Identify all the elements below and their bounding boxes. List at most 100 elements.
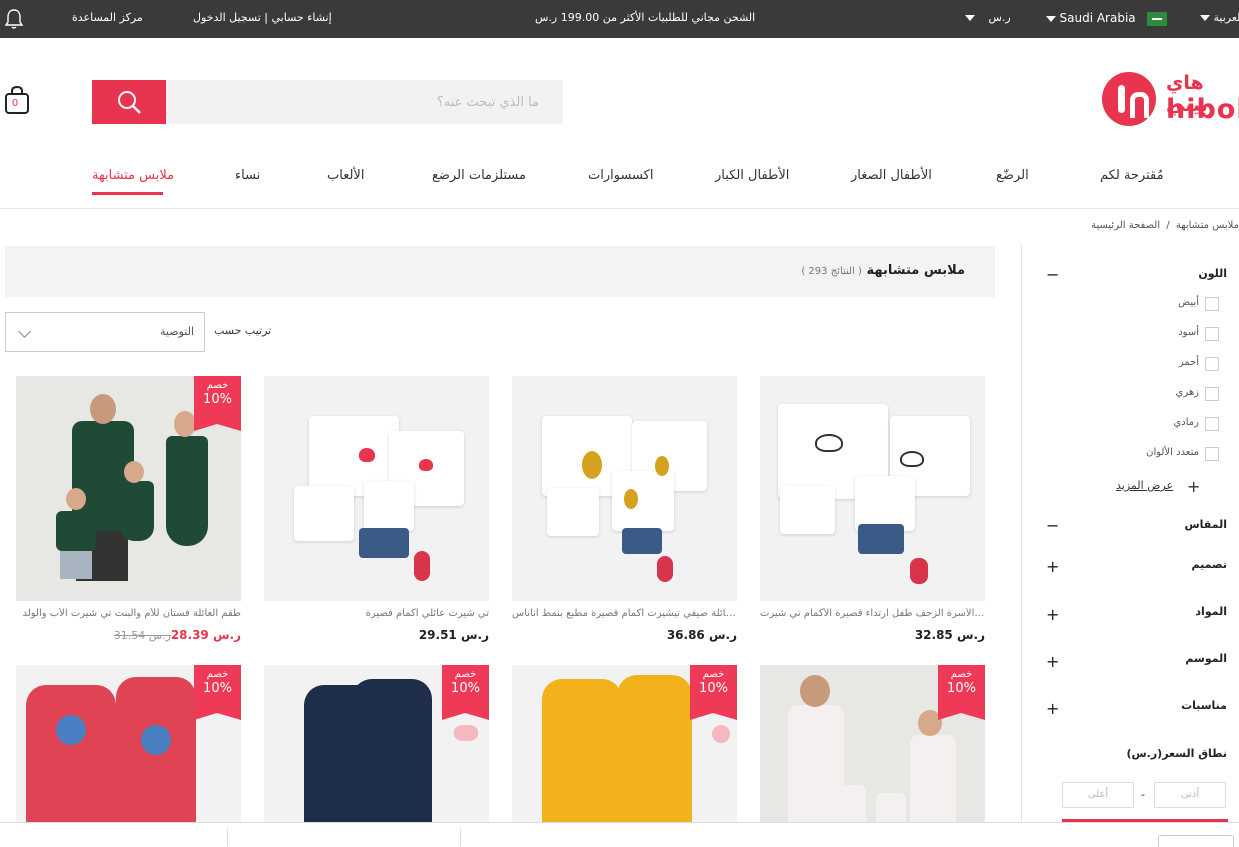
checkbox-multi[interactable] xyxy=(1205,447,1219,461)
color-label-red: أحمر xyxy=(1178,357,1199,368)
breadcrumb-home[interactable]: الصفحة الرئيسية xyxy=(1091,220,1160,231)
nav-women[interactable]: نساء xyxy=(235,168,260,183)
search-bar xyxy=(92,80,563,124)
chevron-down-icon xyxy=(965,15,975,21)
discount-badge: خصم 10% xyxy=(194,376,241,431)
checkbox-white[interactable] xyxy=(1205,297,1219,311)
bottom-bar xyxy=(0,822,1239,847)
color-label-white: أبيض xyxy=(1178,297,1199,308)
sort-label: ترتيب حسب xyxy=(214,324,272,337)
nav-recommended[interactable]: مُقترحة لكم xyxy=(1100,168,1164,183)
product-image[interactable]: خصم 10% xyxy=(264,665,489,822)
product-name[interactable]: ارتداء الأسرة الزحف طفل ارتداء قصيرة الأ… xyxy=(760,608,985,619)
product-price: 29.51 ر.س xyxy=(418,628,489,642)
product-name[interactable]: طقم العائلة فستان للأم والبنت تي شيرت ال… xyxy=(16,608,241,619)
show-more-link[interactable]: عرض المزيد xyxy=(1116,479,1173,492)
chevron-down-icon xyxy=(1046,16,1056,22)
cart-count: 0 xyxy=(11,98,19,109)
language-selector[interactable]: العربية xyxy=(1200,11,1239,24)
nav-toys[interactable]: الألعاب xyxy=(327,168,364,183)
link-separator: | xyxy=(264,11,268,24)
header: هاي بيبي hibob 0 مُقترحة لكم الرضّع الأط… xyxy=(0,38,1239,208)
logo[interactable]: هاي بيبي hibob xyxy=(1100,72,1239,130)
chevron-down-icon xyxy=(18,325,31,338)
breadcrumb-current: ملابس متشابهة xyxy=(1175,220,1239,231)
product-image[interactable] xyxy=(512,376,737,601)
product-name[interactable]: تي شيرت عائلي أكمام قصيرة xyxy=(264,608,489,619)
filter-size-title[interactable]: المقاس xyxy=(1184,518,1227,531)
register-link[interactable]: إنشاء حسابي xyxy=(272,11,332,24)
breadcrumb: ملابس متشابهة / الصفحة الرئيسية xyxy=(1091,220,1239,231)
currency-selector[interactable]: ر.س xyxy=(965,11,1011,24)
expand-icon[interactable]: + xyxy=(1046,699,1059,718)
product-image[interactable]: خصم 10% xyxy=(760,665,985,822)
category-nav: مُقترحة لكم الرضّع الأطفال الصغار الأطفا… xyxy=(0,166,1239,206)
expand-icon[interactable]: + xyxy=(1046,605,1059,624)
bell-icon[interactable] xyxy=(4,8,24,33)
price-min-input[interactable]: أدنى xyxy=(1154,782,1226,808)
discount-badge: خصم 10% xyxy=(442,665,489,720)
discount-badge: خصم 10% xyxy=(194,665,241,720)
filter-material-title[interactable]: المواد xyxy=(1195,605,1227,618)
plus-icon[interactable]: + xyxy=(1187,477,1200,496)
header-divider xyxy=(0,208,1239,209)
product-price: 32.85 ر.س xyxy=(914,628,985,642)
search-input[interactable] xyxy=(166,80,563,124)
product-image[interactable]: خصم 10% xyxy=(16,665,241,822)
collapse-icon[interactable]: − xyxy=(1046,265,1059,284)
top-bar: العربية Saudi Arabia ر.س الشحن مجاني للط… xyxy=(0,0,1239,38)
search-icon xyxy=(118,91,141,114)
saudi-flag-icon xyxy=(1147,12,1168,26)
listing-header: ( 293 النتائج ) ملابس متشابهة xyxy=(5,246,995,297)
product-image[interactable] xyxy=(264,376,489,601)
nav-toddlers[interactable]: الأطفال الصغار xyxy=(851,168,932,183)
color-label-pink: زهري xyxy=(1175,387,1199,398)
filter-season-title[interactable]: الموسم xyxy=(1185,652,1227,665)
price-max-input[interactable]: أعلى xyxy=(1062,782,1134,808)
free-shipping-notice: الشحن مجاني للطلبيات الأكثر من 199.00 ر.… xyxy=(535,11,756,24)
sort-value: التوصية xyxy=(160,325,194,338)
nav-babies[interactable]: الرضّع xyxy=(996,168,1029,183)
product-image[interactable]: خصم 10% xyxy=(512,665,737,822)
nav-matching-outfits[interactable]: ملابس متشابهة xyxy=(92,168,174,183)
color-label-grey: رمادي xyxy=(1173,417,1199,428)
cart-button[interactable]: 0 xyxy=(4,85,30,119)
discount-badge: خصم 10% xyxy=(938,665,985,720)
checkbox-red[interactable] xyxy=(1205,357,1219,371)
listing-title: ( 293 النتائج ) ملابس متشابهة xyxy=(801,263,965,278)
color-label-multi: متعدد الألوان xyxy=(1146,447,1199,458)
product-image[interactable]: خصم 10% xyxy=(16,376,241,601)
filter-occasion-title[interactable]: مناسبات xyxy=(1181,699,1227,712)
expand-icon[interactable]: + xyxy=(1046,652,1059,671)
color-label-black: أسود xyxy=(1178,327,1199,338)
filter-design-title[interactable]: تصميم xyxy=(1192,558,1227,571)
product-price: 36.86 ر.س xyxy=(666,628,737,642)
account-links: إنشاء حسابي | تسجيل الدخول xyxy=(193,11,332,24)
result-count: ( 293 النتائج ) xyxy=(801,266,862,277)
sort-dropdown[interactable]: التوصية xyxy=(5,312,205,352)
filter-price-title: نطاق السعر(ر.س) xyxy=(1126,747,1227,760)
logo-mark-icon xyxy=(1102,72,1156,126)
active-nav-underline xyxy=(92,192,163,195)
help-center-link[interactable]: مركز المساعدة xyxy=(72,11,143,24)
nav-baby-supplies[interactable]: مستلزمات الرضع xyxy=(432,168,526,183)
product-price: 28.39 ر.س xyxy=(170,628,241,642)
checkbox-black[interactable] xyxy=(1205,327,1219,341)
filter-color-title[interactable]: اللون xyxy=(1198,267,1227,280)
login-link[interactable]: تسجيل الدخول xyxy=(193,11,261,24)
divider xyxy=(460,829,461,846)
checkbox-pink[interactable] xyxy=(1205,387,1219,401)
nav-kids[interactable]: الأطفال الكبار xyxy=(715,168,789,183)
chevron-down-icon xyxy=(1200,15,1210,21)
checkbox-grey[interactable] xyxy=(1205,417,1219,431)
expand-icon[interactable]: + xyxy=(1046,557,1059,576)
chat-tab[interactable] xyxy=(1158,835,1234,847)
product-name[interactable]: طقم العائلة صيفي تيشيرت أكمام قصيرة مطبع… xyxy=(512,608,737,619)
product-old-price: 31.54 ر.س xyxy=(113,629,171,642)
product-image[interactable] xyxy=(760,376,985,601)
collapse-icon[interactable]: − xyxy=(1046,516,1059,535)
filter-sidebar: اللون − أبيض أسود أحمر زهري رمادي متعدد … xyxy=(1021,245,1239,845)
search-button[interactable] xyxy=(92,80,166,124)
nav-accessories[interactable]: اكسسوارات xyxy=(588,168,653,183)
country-selector[interactable]: Saudi Arabia xyxy=(1046,11,1168,26)
